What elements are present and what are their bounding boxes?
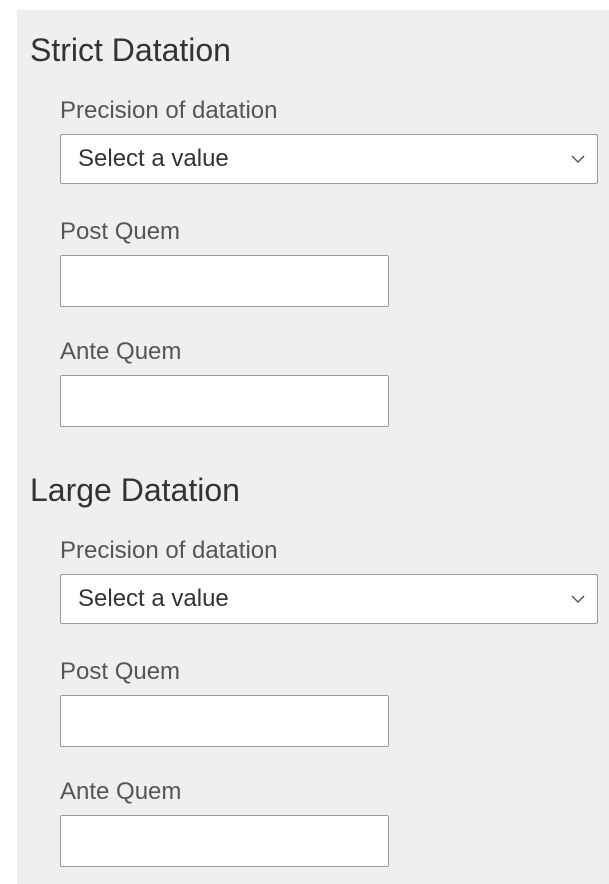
section-title: Strict Datation bbox=[30, 32, 231, 68]
ante-quem-input[interactable] bbox=[60, 815, 389, 867]
precision-select[interactable]: Select a value bbox=[60, 574, 598, 624]
ante-quem-label: Ante Quem bbox=[60, 338, 182, 365]
precision-label: Precision of datation bbox=[60, 97, 278, 124]
post-quem-input[interactable] bbox=[60, 255, 389, 307]
post-quem-label: Post Quem bbox=[60, 658, 181, 685]
chevron-down-icon bbox=[571, 595, 585, 603]
select-value: Select a value bbox=[78, 585, 229, 612]
ante-quem-input[interactable] bbox=[60, 375, 389, 427]
section-title: Large Datation bbox=[30, 472, 240, 508]
datation-panel: Strict Datation Precision of datation Se… bbox=[17, 10, 609, 884]
post-quem-input[interactable] bbox=[60, 695, 389, 747]
select-value: Select a value bbox=[78, 145, 229, 172]
chevron-down-icon bbox=[571, 155, 585, 163]
post-quem-label: Post Quem bbox=[60, 218, 181, 245]
precision-label: Precision of datation bbox=[60, 537, 278, 564]
ante-quem-label: Ante Quem bbox=[60, 778, 182, 805]
precision-select[interactable]: Select a value bbox=[60, 134, 598, 184]
